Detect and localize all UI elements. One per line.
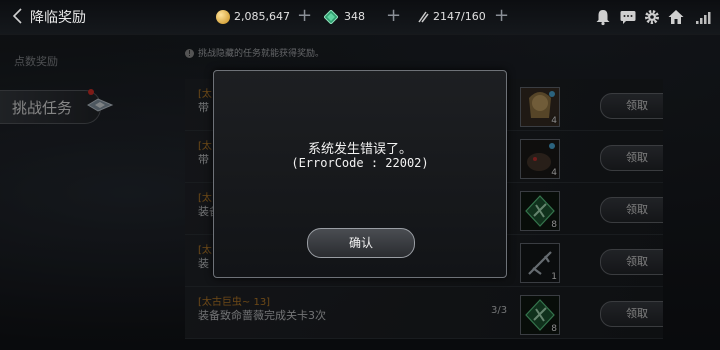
back-arrow-icon[interactable] xyxy=(8,6,28,26)
stamina-icon xyxy=(418,11,429,23)
add-gold-button[interactable]: + xyxy=(297,5,312,27)
page-title: 降临奖励 xyxy=(30,10,86,26)
top-bar: 降临奖励 2,085,647 + 348 + 2147/160 + xyxy=(0,0,720,35)
gold-coin-icon xyxy=(216,10,230,24)
add-gem-button[interactable]: + xyxy=(386,5,401,27)
gold-amount: 2,085,647 xyxy=(234,10,290,23)
home-icon[interactable] xyxy=(667,8,685,26)
gear-icon[interactable] xyxy=(643,8,661,26)
add-stamina-button[interactable]: + xyxy=(494,5,509,27)
gem-icon xyxy=(324,10,338,24)
bell-icon[interactable] xyxy=(594,8,612,26)
chat-icon[interactable] xyxy=(619,8,637,26)
error-dialog: 系统发生错误了。 (ErrorCode : 22002) 确认 xyxy=(213,70,507,278)
error-code: (ErrorCode : 22002) xyxy=(291,156,429,170)
error-message: 系统发生错误了。 xyxy=(307,142,412,157)
gem-amount: 348 xyxy=(344,10,365,23)
stamina-amount: 2147/160 xyxy=(433,10,486,23)
confirm-button[interactable]: 确认 xyxy=(307,228,415,258)
signal-icon xyxy=(696,12,711,24)
